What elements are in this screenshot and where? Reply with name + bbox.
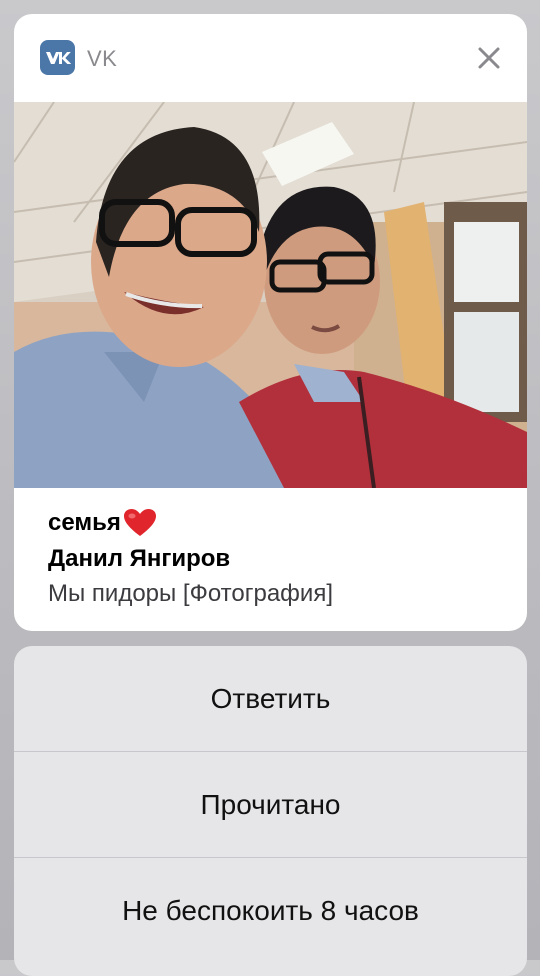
message-text: Мы пидоры [Фотография] xyxy=(48,580,333,607)
notification-header: VK xyxy=(14,14,527,102)
app-name: VK xyxy=(87,46,118,71)
close-icon[interactable] xyxy=(477,46,501,70)
sender-name: Данил Янгиров xyxy=(48,545,231,572)
mark-read-button[interactable]: Прочитано xyxy=(14,752,527,858)
message-content: семья Данил Янгиров Мы пидоры [Фотографи… xyxy=(48,508,507,610)
mute-8-hours-button[interactable]: Не беспокоить 8 часов xyxy=(14,858,527,964)
reply-button[interactable]: Ответить xyxy=(14,646,527,752)
notification-card[interactable]: VK семья Данил Янгиров Мы пидоры [Фотогр… xyxy=(14,14,527,631)
close-button[interactable] xyxy=(473,42,505,74)
heart-emoji-icon xyxy=(123,509,156,536)
chat-title-text: семья xyxy=(48,509,121,536)
notification-actions: Ответить Прочитано Не беспокоить 8 часов xyxy=(14,646,527,976)
vk-logo-icon xyxy=(40,40,75,75)
message-photo[interactable] xyxy=(14,102,527,488)
chat-title: семья xyxy=(48,508,507,538)
